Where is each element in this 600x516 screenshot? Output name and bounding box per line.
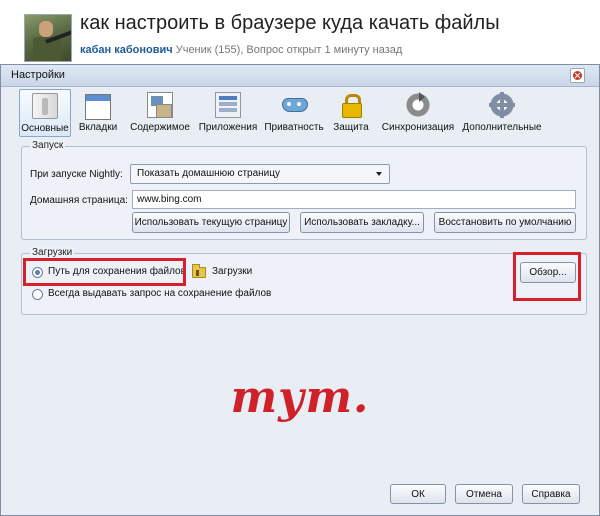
avatar[interactable]	[24, 14, 72, 62]
home-page-input[interactable]: www.bing.com	[132, 190, 576, 209]
always-ask-radio[interactable]	[32, 289, 43, 300]
close-button[interactable]	[570, 68, 585, 83]
home-page-label: Домашняя страница:	[30, 195, 128, 206]
downloads-legend: Загрузки	[30, 247, 75, 258]
use-current-page-button[interactable]: Использовать текущую страницу	[132, 212, 290, 233]
settings-toolbar: Основные Вкладки Содержимое Приложения П…	[19, 89, 587, 137]
annotation-text: тут.	[230, 372, 370, 423]
content-pictures-icon	[147, 92, 173, 118]
privacy-mask-icon	[281, 92, 308, 118]
restore-default-button[interactable]: Восстановить по умолчанию	[434, 212, 576, 233]
browse-highlight	[513, 252, 581, 301]
tab-applications-label: Приложения	[198, 122, 258, 133]
author-stats: Ученик (155), Вопрос открыт 1 минуту наз…	[175, 44, 403, 56]
applications-list-icon	[215, 92, 241, 118]
folder-icon	[192, 264, 206, 278]
tab-tabs[interactable]: Вкладки	[71, 89, 125, 137]
tab-security[interactable]: Защита	[327, 89, 375, 137]
security-lock-icon	[338, 92, 364, 118]
tab-content[interactable]: Содержимое	[125, 89, 195, 137]
download-folder-name: Загрузки	[212, 266, 253, 277]
question-header: как настроить в браузере куда качать фай…	[0, 0, 600, 64]
question-title: как настроить в браузере куда качать фай…	[80, 12, 500, 34]
dialog-titlebar[interactable]: Настройки	[1, 65, 599, 87]
tab-advanced-label: Дополнительные	[462, 122, 542, 133]
startup-group: Запуск При запуске Nightly: Показать дом…	[21, 140, 587, 240]
tab-sync-label: Синхронизация	[381, 122, 455, 133]
tab-advanced[interactable]: Дополнительные	[461, 89, 543, 137]
sync-icon	[405, 92, 431, 118]
author-link[interactable]: кабан кабонович	[80, 44, 173, 56]
ok-button[interactable]: ОК	[390, 484, 446, 504]
tab-general-label: Основные	[21, 123, 69, 134]
general-switch-icon	[32, 93, 58, 119]
tab-tabs-label: Вкладки	[78, 122, 118, 133]
on-start-value: Показать домашнюю страницу	[137, 168, 280, 179]
close-icon	[573, 71, 582, 80]
question-meta: кабан кабонович Ученик (155), Вопрос отк…	[80, 44, 402, 56]
settings-dialog: Настройки Основные Вкладки Содержимое Пр…	[0, 64, 600, 516]
always-ask-label: Всегда выдавать запрос на сохранение фай…	[48, 288, 272, 299]
tab-privacy-label: Приватность	[264, 122, 324, 133]
tab-privacy[interactable]: Приватность	[261, 89, 327, 137]
save-path-highlight	[23, 258, 186, 286]
help-button[interactable]: Справка	[522, 484, 580, 504]
cancel-button[interactable]: Отмена	[455, 484, 513, 504]
tab-content-label: Содержимое	[130, 122, 190, 133]
tab-general[interactable]: Основные	[19, 89, 71, 137]
use-bookmark-button[interactable]: Использовать закладку...	[300, 212, 424, 233]
dialog-title: Настройки	[11, 69, 65, 81]
chevron-down-icon	[376, 172, 382, 176]
tab-sync[interactable]: Синхронизация	[375, 89, 461, 137]
advanced-gear-icon	[489, 92, 515, 118]
startup-legend: Запуск	[30, 140, 66, 151]
tab-security-label: Защита	[333, 122, 369, 133]
tabs-window-icon	[85, 94, 111, 120]
home-page-value: www.bing.com	[137, 194, 202, 205]
tab-applications[interactable]: Приложения	[195, 89, 261, 137]
on-start-select[interactable]: Показать домашнюю страницу	[130, 164, 390, 184]
on-start-label: При запуске Nightly:	[30, 169, 123, 180]
